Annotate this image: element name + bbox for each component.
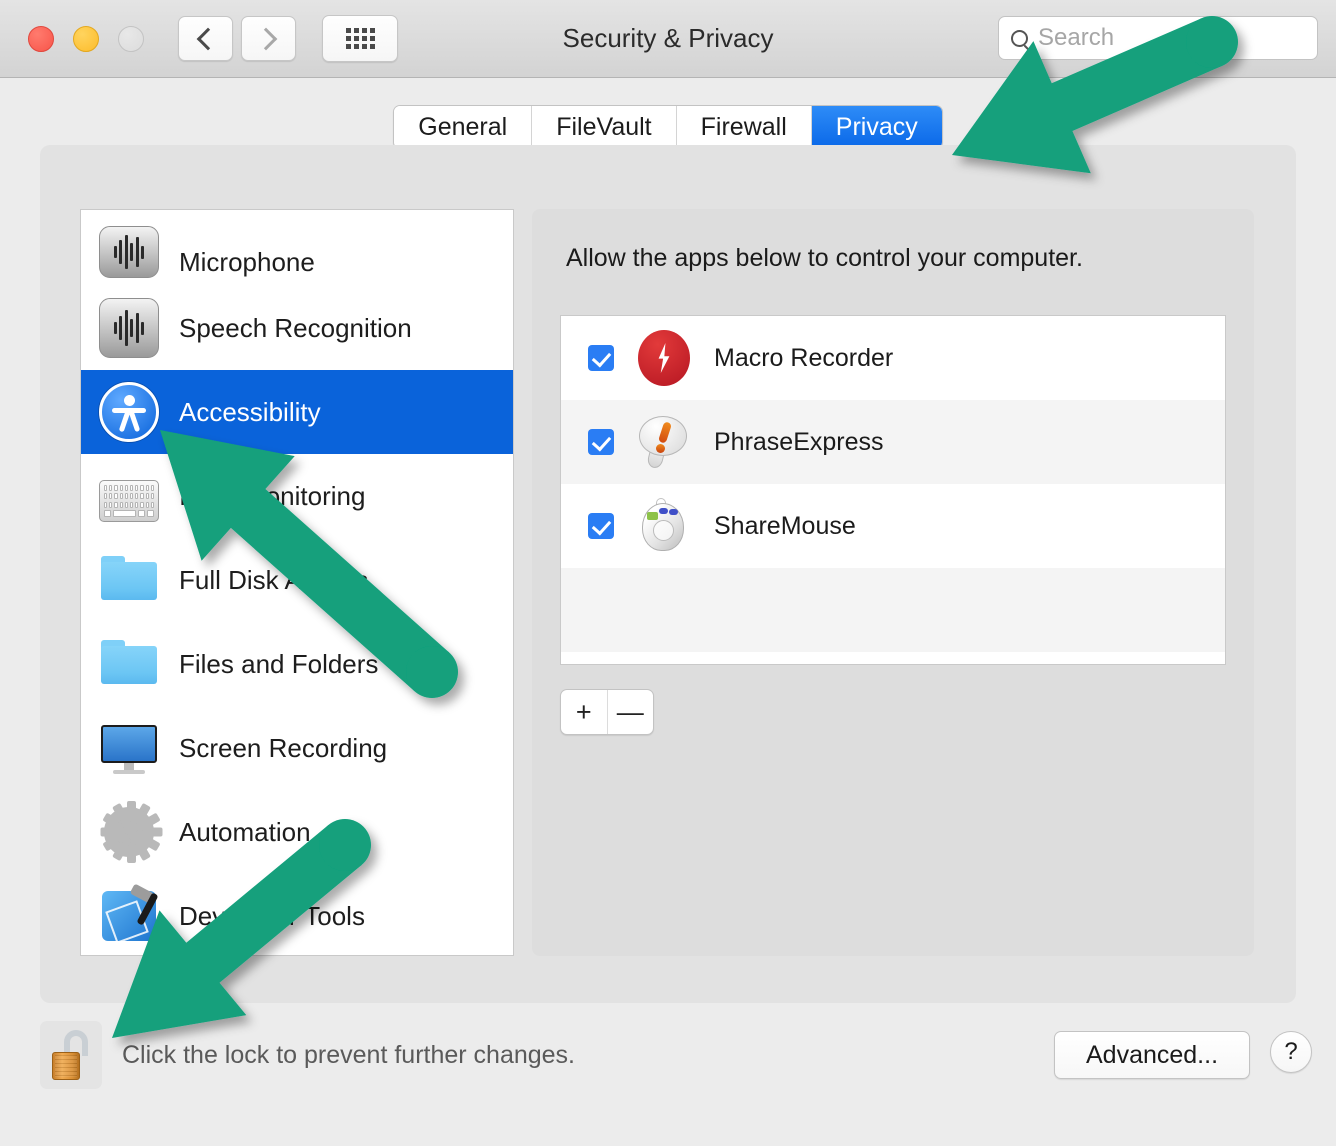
close-button[interactable] [28, 25, 54, 52]
sidebar-item-speech-recognition[interactable]: Speech Recognition [81, 286, 513, 370]
sidebar-item-label: Microphone [179, 247, 315, 277]
sidebar-item-files-and-folders[interactable]: Files and Folders [81, 622, 513, 706]
sidebar-item-label: Full Disk Access [179, 564, 369, 595]
add-app-button[interactable]: + [561, 690, 608, 734]
footer-bar: Click the lock to prevent further change… [0, 1003, 1336, 1146]
sidebar-item-label: Automation [179, 816, 311, 847]
sidebar-item-input-monitoring[interactable]: Input Monitoring [81, 454, 513, 538]
add-remove-toolbar: + — [560, 689, 654, 735]
tab-filevault[interactable]: FileVault [532, 106, 677, 148]
sidebar-item-screen-recording[interactable]: Screen Recording [81, 706, 513, 790]
remove-app-button[interactable]: — [608, 690, 654, 734]
app-name: ShareMouse [714, 511, 856, 540]
table-row[interactable]: ShareMouse [561, 484, 1225, 568]
keyboard-icon [99, 479, 159, 522]
tab-firewall[interactable]: Firewall [676, 106, 812, 148]
folder-icon [99, 550, 159, 610]
developer-tools-icon [99, 883, 159, 946]
sidebar-item-label: Accessibility [179, 396, 321, 427]
chevron-right-icon [254, 27, 278, 50]
display-icon [99, 718, 159, 778]
sidebar-item-microphone[interactable]: Microphone [81, 210, 513, 286]
traffic-lights [28, 25, 144, 52]
microphone-icon [99, 226, 159, 278]
advanced-button[interactable]: Advanced... [1054, 1031, 1250, 1079]
sidebar-item-automation[interactable]: Automation [81, 790, 513, 874]
gear-icon [99, 801, 162, 863]
chevron-left-icon [196, 27, 220, 50]
sharemouse-icon [636, 498, 692, 554]
unlocked-padlock-icon [51, 1030, 91, 1080]
app-name: PhraseExpress [714, 427, 884, 456]
macro-recorder-icon [636, 330, 692, 386]
folder-icon [99, 634, 159, 694]
tab-general[interactable]: General [394, 106, 533, 148]
grid-icon [345, 28, 375, 49]
lock-status-text: Click the lock to prevent further change… [122, 1041, 576, 1069]
show-all-button[interactable] [322, 15, 398, 62]
back-button[interactable] [178, 16, 233, 61]
search-placeholder: Search [1038, 24, 1115, 51]
search-icon [1011, 29, 1028, 47]
security-privacy-window: Security & Privacy Search General FileVa… [0, 0, 1336, 1146]
lock-button[interactable] [40, 1021, 102, 1089]
table-row[interactable]: PhraseExpress [561, 400, 1225, 484]
tab-privacy[interactable]: Privacy [811, 106, 942, 148]
forward-button[interactable] [241, 16, 296, 61]
sidebar-item-label: Input Monitoring [179, 480, 366, 511]
detail-description: Allow the apps below to control your com… [566, 244, 1083, 272]
app-name: Macro Recorder [714, 343, 894, 372]
sidebar-item-label: Developer Tools [179, 900, 365, 931]
minimize-button[interactable] [73, 25, 99, 52]
sidebar-item-label: Speech Recognition [179, 312, 412, 343]
phraseexpress-icon [636, 414, 692, 470]
search-input[interactable]: Search [998, 16, 1318, 60]
sidebar-item-label: Screen Recording [179, 732, 388, 763]
table-row-empty [561, 568, 1225, 652]
tab-bar: General FileVault Firewall Privacy [0, 105, 1336, 149]
privacy-category-list[interactable]: Microphone Speech Recognition Accessibil… [80, 209, 514, 956]
sidebar-item-full-disk-access[interactable]: Full Disk Access [81, 538, 513, 622]
table-row[interactable]: Macro Recorder [561, 316, 1225, 400]
sidebar-item-label: Files and Folders [179, 648, 379, 679]
allowed-apps-list[interactable]: Macro Recorder PhraseExpress ShareMouse [560, 315, 1226, 665]
sidebar-item-developer-tools[interactable]: Developer Tools [81, 874, 513, 955]
app-checkbox[interactable] [588, 513, 614, 539]
zoom-button [118, 25, 144, 52]
help-button[interactable]: ? [1270, 1031, 1312, 1073]
app-checkbox[interactable] [588, 345, 614, 371]
titlebar: Security & Privacy Search [0, 0, 1336, 78]
sidebar-item-accessibility[interactable]: Accessibility [81, 370, 513, 454]
detail-panel: Allow the apps below to control your com… [532, 209, 1254, 956]
microphone-icon [99, 298, 159, 358]
app-checkbox[interactable] [588, 429, 614, 455]
content-panel: Microphone Speech Recognition Accessibil… [40, 145, 1296, 1003]
accessibility-icon [99, 382, 159, 442]
nav-buttons [178, 16, 296, 61]
